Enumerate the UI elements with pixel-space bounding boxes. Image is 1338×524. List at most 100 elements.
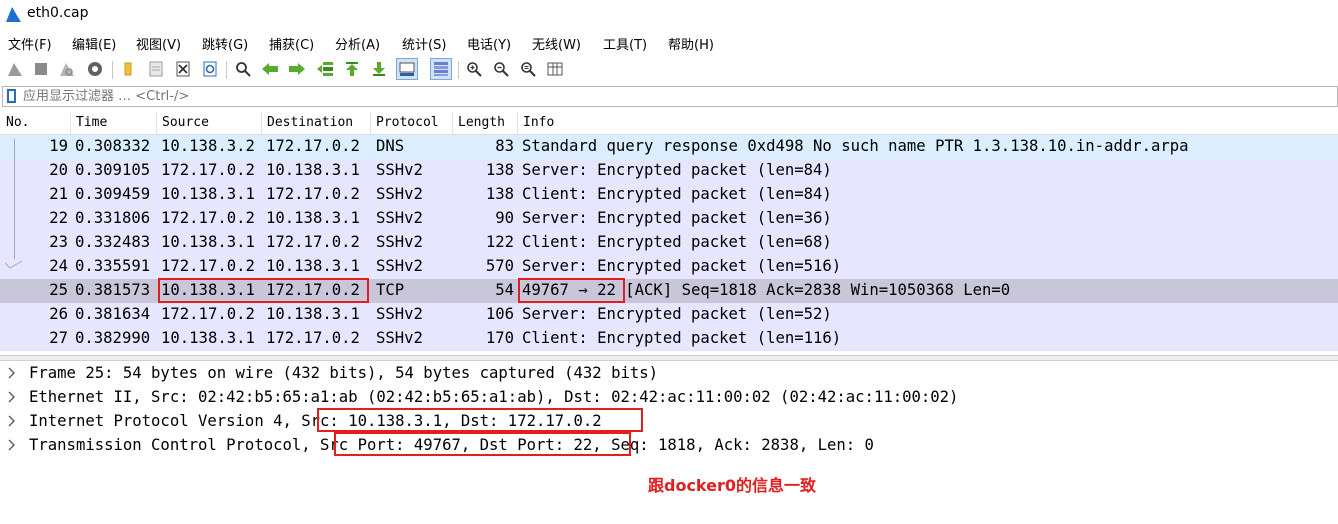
go-last-packet-button[interactable] <box>368 58 390 80</box>
packet-length: 138 <box>485 161 514 179</box>
menu-help[interactable]: 帮助(H) <box>668 34 714 53</box>
detail-row-frame[interactable]: Frame 25: 54 bytes on wire (432 bits), 5… <box>0 362 1338 386</box>
menu-view[interactable]: 视图(V) <box>136 34 181 53</box>
display-filter-input[interactable] <box>23 87 1323 106</box>
go-last-packet-icon <box>373 62 385 76</box>
close-file-icon <box>176 61 190 77</box>
find-packet-button[interactable] <box>232 58 254 80</box>
packet-length: 90 <box>495 209 514 227</box>
column-header-no[interactable]: No. <box>6 115 29 130</box>
column-divider[interactable] <box>370 112 371 134</box>
start-capture-button[interactable] <box>4 58 26 80</box>
menu-edit[interactable]: 编辑(E) <box>72 34 116 53</box>
packet-row[interactable]: 21 0.309459 10.138.3.1 172.17.0.2 SSHv2 … <box>0 183 1338 207</box>
packet-destination: 10.138.3.1 <box>266 257 360 275</box>
zoom-out-button[interactable] <box>490 58 512 80</box>
packet-length: 83 <box>495 137 514 155</box>
column-header-info[interactable]: Info <box>523 115 554 130</box>
open-file-button[interactable] <box>117 58 139 80</box>
packet-protocol: SSHv2 <box>376 185 423 203</box>
packet-info: Server: Encrypted packet (len=84) <box>522 161 832 179</box>
packet-no: 27 <box>49 329 68 347</box>
go-forward-arrow-icon <box>289 63 305 75</box>
column-divider[interactable] <box>261 112 262 134</box>
bookmark-filter-icon[interactable] <box>6 89 17 103</box>
zoom-out-icon <box>494 62 509 77</box>
packet-time: 0.331806 <box>75 209 151 227</box>
resize-columns-icon <box>547 62 563 76</box>
packet-details-pane: Frame 25: 54 bytes on wire (432 bits), 5… <box>0 361 1338 524</box>
packet-row[interactable]: 20 0.309105 172.17.0.2 10.138.3.1 SSHv2 … <box>0 159 1338 183</box>
packet-protocol: SSHv2 <box>376 209 423 227</box>
go-forward-button[interactable] <box>286 58 308 80</box>
menu-bar: 文件(F) 编辑(E) 视图(V) 跳转(G) 捕获(C) 分析(A) 统计(S… <box>0 32 1338 54</box>
column-divider[interactable] <box>156 112 157 134</box>
packet-source: 172.17.0.2 <box>161 209 255 227</box>
chevron-right-icon[interactable] <box>8 439 16 451</box>
column-header-destination[interactable]: Destination <box>267 115 353 130</box>
close-file-button[interactable] <box>172 58 194 80</box>
restart-capture-button[interactable] <box>56 58 78 80</box>
go-first-packet-button[interactable] <box>341 58 363 80</box>
colorize-button[interactable] <box>430 58 452 80</box>
packet-row[interactable]: 19 0.308332 10.138.3.2 172.17.0.2 DNS 83… <box>0 135 1338 159</box>
shark-fin-start-icon <box>8 63 22 76</box>
capture-options-button[interactable] <box>84 58 106 80</box>
toolbar-separator <box>458 61 459 79</box>
packet-destination: 10.138.3.1 <box>266 209 360 227</box>
save-file-icon <box>149 61 163 77</box>
packet-row[interactable]: 22 0.331806 172.17.0.2 10.138.3.1 SSHv2 … <box>0 207 1338 231</box>
menu-analyze[interactable]: 分析(A) <box>335 34 380 53</box>
packet-protocol: SSHv2 <box>376 233 423 251</box>
save-file-button[interactable] <box>145 58 167 80</box>
packet-length: 138 <box>485 185 514 203</box>
highlight-port-pair <box>518 278 625 303</box>
zoom-normal-button[interactable] <box>517 58 539 80</box>
highlight-address-pair <box>158 278 369 303</box>
resize-columns-button[interactable] <box>544 58 566 80</box>
packet-length: 170 <box>485 329 514 347</box>
chevron-right-icon[interactable] <box>8 415 16 427</box>
packet-row[interactable]: 24 0.335591 172.17.0.2 10.138.3.1 SSHv2 … <box>0 255 1338 279</box>
detail-row-ethernet[interactable]: Ethernet II, Src: 02:42:b5:65:a1:ab (02:… <box>0 386 1338 410</box>
highlight-tcp-ports <box>334 432 631 456</box>
packet-time: 0.335591 <box>75 257 151 275</box>
menu-telephony[interactable]: 电话(Y) <box>467 34 511 53</box>
go-to-packet-button[interactable] <box>314 58 336 80</box>
packet-no: 23 <box>49 233 68 251</box>
packet-row[interactable]: 27 0.382990 10.138.3.1 172.17.0.2 SSHv2 … <box>0 327 1338 351</box>
packet-row[interactable]: 23 0.332483 10.138.3.1 172.17.0.2 SSHv2 … <box>0 231 1338 255</box>
column-divider[interactable] <box>452 112 453 134</box>
autoscroll-icon <box>399 62 415 76</box>
detail-text: Frame 25: 54 bytes on wire (432 bits), 5… <box>29 364 659 382</box>
column-header-protocol[interactable]: Protocol <box>376 115 439 130</box>
column-header-time[interactable]: Time <box>76 115 107 130</box>
packet-source: 172.17.0.2 <box>161 305 255 323</box>
menu-file[interactable]: 文件(F) <box>8 34 52 53</box>
reload-file-button[interactable] <box>199 58 221 80</box>
detail-row-tcp[interactable]: Transmission Control Protocol, Src Port:… <box>0 434 1338 458</box>
chevron-right-icon[interactable] <box>8 391 16 403</box>
chevron-right-icon[interactable] <box>8 367 16 379</box>
go-back-button[interactable] <box>259 58 281 80</box>
packet-source: 10.138.3.2 <box>161 137 255 155</box>
menu-go[interactable]: 跳转(G) <box>202 34 248 53</box>
menu-capture[interactable]: 捕获(C) <box>269 34 314 53</box>
menu-wireless[interactable]: 无线(W) <box>532 34 581 53</box>
menu-tools[interactable]: 工具(T) <box>603 34 647 53</box>
autoscroll-button[interactable] <box>396 58 418 80</box>
stop-capture-button[interactable] <box>30 58 52 80</box>
column-header-source[interactable]: Source <box>162 115 209 130</box>
zoom-in-button[interactable] <box>463 58 485 80</box>
detail-row-ip[interactable]: Internet Protocol Version 4, Src: 10.138… <box>0 410 1338 434</box>
reload-file-icon <box>203 61 217 77</box>
column-divider[interactable] <box>517 112 518 134</box>
column-divider[interactable] <box>70 112 71 134</box>
menu-statistics[interactable]: 统计(S) <box>402 34 446 53</box>
wireshark-logo-icon <box>6 7 21 22</box>
column-header-length[interactable]: Length <box>458 115 505 130</box>
packet-time: 0.308332 <box>75 137 151 155</box>
packet-row[interactable]: 26 0.381634 172.17.0.2 10.138.3.1 SSHv2 … <box>0 303 1338 327</box>
packet-no: 21 <box>49 185 68 203</box>
packet-time: 0.332483 <box>75 233 151 251</box>
